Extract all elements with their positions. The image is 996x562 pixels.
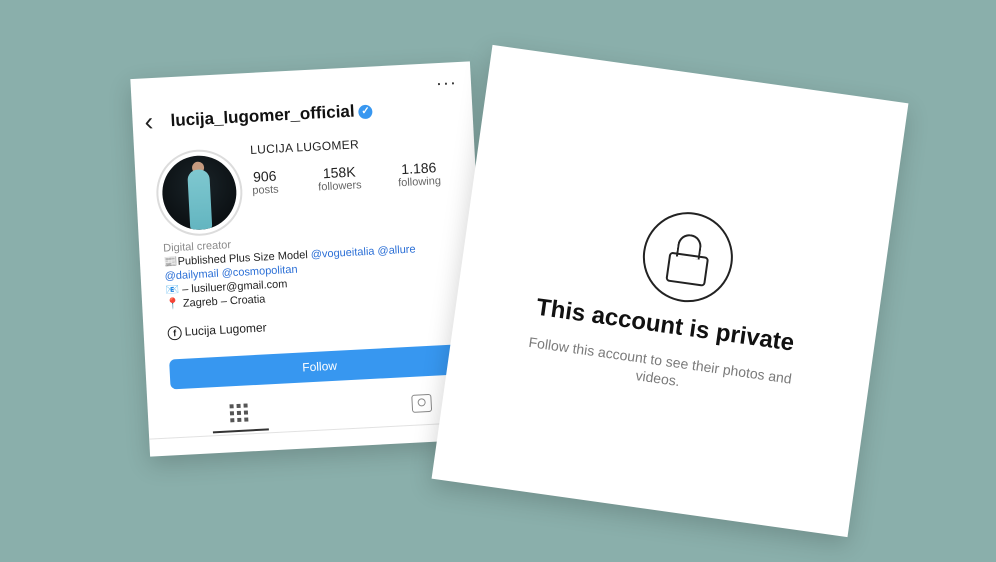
email-icon: 📧 — [165, 283, 180, 297]
bio: Digital creator 📰Published Plus Size Mod… — [163, 225, 476, 311]
avatar-figure-dress — [187, 169, 213, 231]
facebook-icon: f — [167, 325, 183, 341]
stat-posts-label: posts — [252, 183, 279, 197]
display-name: LUCIJA LUGOMER — [249, 137, 360, 157]
more-options-icon[interactable]: ··· — [435, 72, 457, 94]
verified-badge-icon: ✓ — [358, 104, 373, 119]
facebook-name: Lucija Lugomer — [184, 320, 267, 339]
follow-button[interactable]: Follow — [169, 343, 471, 390]
newspaper-icon: 📰 — [163, 255, 178, 269]
stat-followers[interactable]: 158K followers — [317, 163, 362, 194]
grid-icon[interactable] — [229, 403, 249, 423]
profile-card: ‹ lucija_lugomer_official ✓ ··· LUCIJA LU… — [130, 61, 490, 457]
bio-location: Zagreb – Croatia — [182, 293, 266, 310]
stat-followers-label: followers — [317, 179, 362, 194]
username-title: lucija_lugomer_official ✓ — [170, 101, 373, 132]
stat-posts[interactable]: 906 posts — [251, 168, 279, 197]
lock-body — [665, 251, 710, 287]
stat-posts-value: 906 — [252, 167, 277, 185]
location-pin-icon: 📍 — [165, 297, 181, 311]
facebook-link[interactable]: f Lucija Lugomer — [167, 320, 267, 341]
avatar[interactable] — [154, 147, 245, 238]
tagged-icon[interactable] — [411, 393, 433, 413]
profile-header: ‹ lucija_lugomer_official ✓ ··· — [132, 72, 473, 137]
back-arrow-icon[interactable]: ‹ — [144, 106, 154, 136]
stat-following[interactable]: 1.186 following — [397, 159, 441, 189]
stat-following-label: following — [397, 175, 442, 190]
lock-icon — [637, 206, 739, 308]
avatar-photo — [160, 153, 239, 232]
private-account-card: This account is private Follow this acco… — [431, 44, 909, 538]
